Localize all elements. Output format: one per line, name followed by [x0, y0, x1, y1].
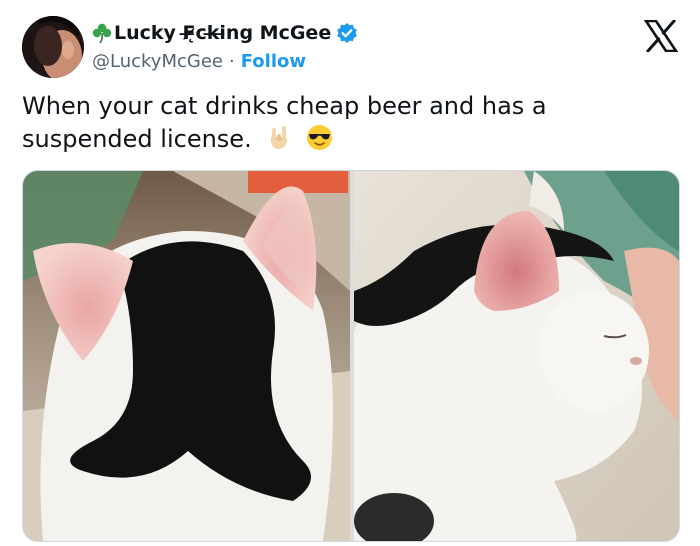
verified-badge-icon: [336, 22, 358, 44]
handle-row: @LuckyMcGee · Follow: [92, 48, 358, 74]
avatar[interactable]: [22, 16, 84, 78]
x-logo-icon[interactable]: [643, 18, 679, 54]
media-grid[interactable]: [22, 170, 680, 542]
sunglasses-face-emoji-icon: [306, 124, 333, 151]
avatar-image: [22, 16, 84, 78]
separator-dot: ·: [228, 50, 235, 72]
tweet-card: Lucky F̶̷̨ck̶i̶ng McGee @LuckyMcGee · Fo…: [0, 0, 700, 546]
author-handle[interactable]: @LuckyMcGee: [92, 51, 223, 72]
display-name[interactable]: Lucky F̶̷̨ck̶i̶ng McGee: [114, 22, 331, 44]
follow-button[interactable]: Follow: [241, 51, 306, 72]
tweet-text: When your cat drinks cheap beer and has …: [22, 90, 662, 156]
cat-photo-profile[interactable]: [354, 171, 679, 541]
name-row: Lucky F̶̷̨ck̶i̶ng McGee: [92, 18, 358, 48]
author-block: Lucky F̶̷̨ck̶i̶ng McGee @LuckyMcGee · Fo…: [92, 18, 358, 74]
shamrock-icon: [92, 22, 112, 44]
horns-hand-emoji-icon: [265, 124, 292, 151]
cat-photo-back[interactable]: [23, 171, 350, 541]
tweet-header: Lucky F̶̷̨ck̶i̶ng McGee @LuckyMcGee · Fo…: [22, 16, 682, 78]
